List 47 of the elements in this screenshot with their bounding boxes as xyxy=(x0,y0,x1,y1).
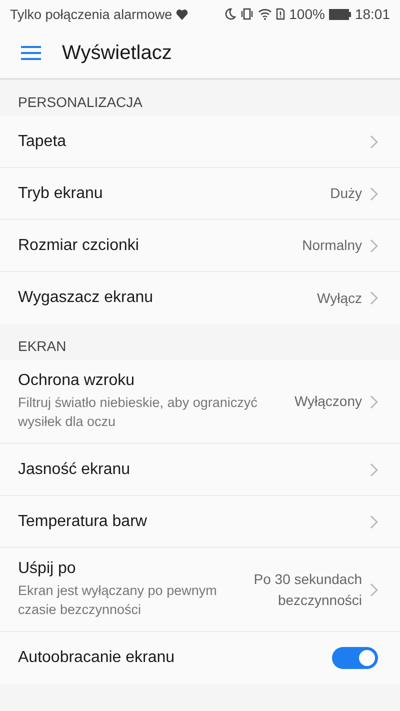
chevron-icon xyxy=(370,186,378,200)
setting-label: Jasność ekranu xyxy=(18,460,132,478)
setting-label: Rozmiar czcionki xyxy=(18,236,140,254)
settings-row[interactable]: Uśpij po Ekran jest wyłączany po pewnym czasie bezczynności Po 30 sekundach bezczynności xyxy=(0,548,400,632)
chevron-icon xyxy=(370,291,378,305)
setting-value: Wyłącz xyxy=(317,288,362,308)
setting-label: Autoobracanie ekranu xyxy=(18,649,176,667)
setting-label: Tapeta xyxy=(18,132,68,150)
settings-row[interactable]: Rozmiar czcionki Normalny xyxy=(0,220,400,272)
settings-row[interactable]: Temperatura barw xyxy=(0,496,400,548)
setting-label: Temperatura barw xyxy=(18,512,148,530)
setting-description: Ekran jest wyłączany po pewnym czasie bezczynności xyxy=(18,582,218,619)
settings-row[interactable]: Autoobracanie ekranu xyxy=(0,632,400,684)
section-header: PERSONALIZACJA xyxy=(18,94,142,110)
chevron-icon xyxy=(370,134,378,148)
chevron-icon xyxy=(370,394,378,408)
chevron-icon xyxy=(370,238,378,252)
heart-icon xyxy=(176,8,188,20)
moon-icon xyxy=(225,8,236,20)
settings-row[interactable]: Wygaszacz ekranu Wyłącz xyxy=(0,272,400,324)
chevron-icon xyxy=(370,514,378,528)
setting-label: Uśpij po xyxy=(18,560,77,578)
page-title: Wyświetlacz xyxy=(62,42,172,64)
settings-row[interactable]: Jasność ekranu xyxy=(0,444,400,496)
section-header: EKRAN xyxy=(18,338,66,354)
setting-label: Wygaszacz ekranu xyxy=(18,289,154,307)
wifi-icon xyxy=(258,8,272,20)
setting-label: Tryb ekranu xyxy=(18,184,104,202)
battery-icon xyxy=(328,8,351,20)
settings-row[interactable]: Tryb ekranu Duży xyxy=(0,168,400,220)
battery-percent: 100% xyxy=(289,6,325,22)
settings-row[interactable]: Tapeta xyxy=(0,116,400,168)
setting-value: Normalny xyxy=(302,236,362,255)
chevron-icon xyxy=(370,582,378,596)
setting-description: Filtruj światło niebieskie, aby ograniczyć wysiłek dla oczu xyxy=(18,394,258,431)
sim-alert-icon xyxy=(276,8,286,20)
setting-value: Po 30 sekundach bezczynności xyxy=(252,570,362,610)
settings-row[interactable]: Ochrona wzroku Filtruj światło niebieskie, aby ograniczyć wysiłek dla oczu Wyłączony xyxy=(0,360,400,444)
vibrate-icon xyxy=(240,8,254,20)
clock: 18:01 xyxy=(354,6,390,22)
toggle-switch[interactable] xyxy=(332,647,378,669)
menu-icon[interactable] xyxy=(21,45,41,61)
setting-value: Duży xyxy=(330,184,362,203)
setting-value: Wyłączony xyxy=(294,392,362,411)
setting-label: Ochrona wzroku xyxy=(18,372,136,390)
status-notice: Tylko połączenia alarmowe xyxy=(10,6,172,22)
chevron-icon xyxy=(370,462,378,476)
